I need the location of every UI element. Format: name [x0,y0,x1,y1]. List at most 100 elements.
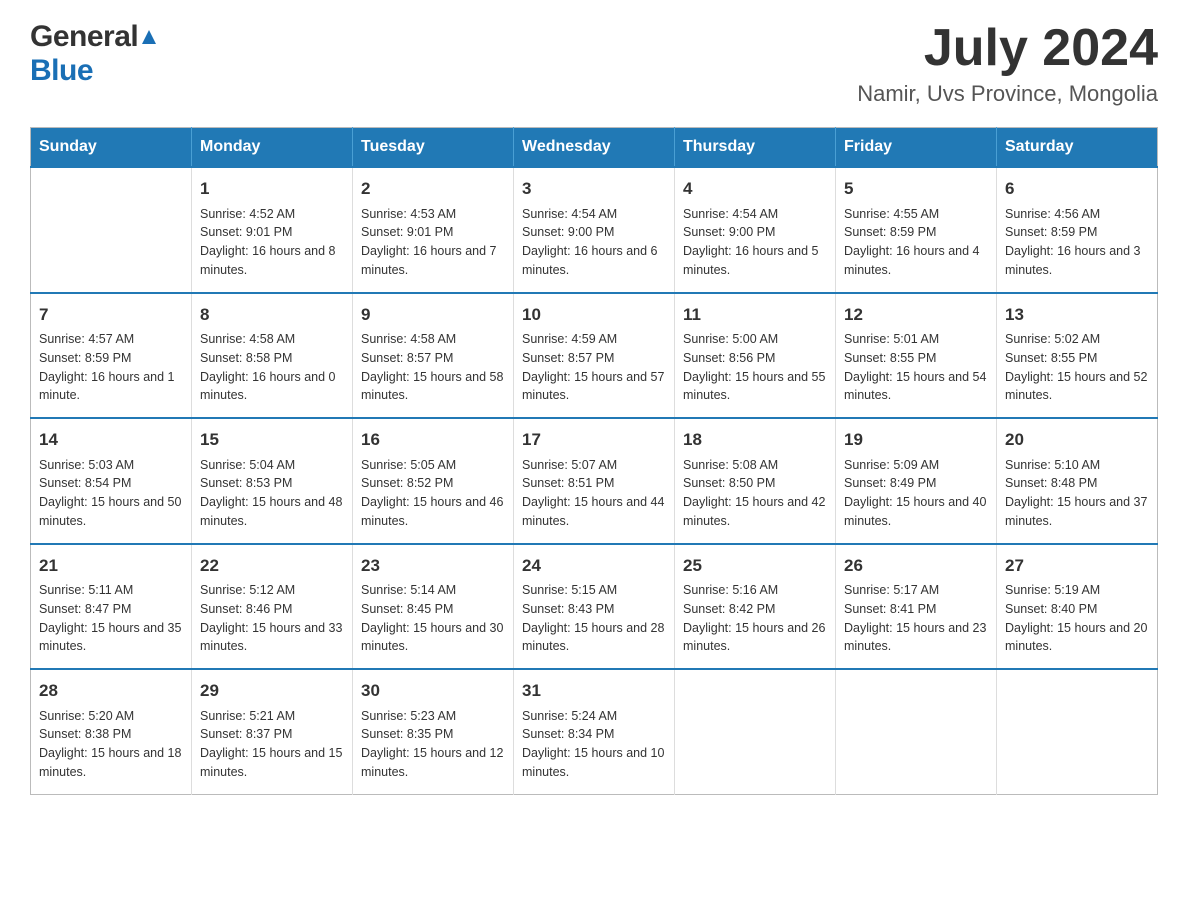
daylight-text: Daylight: 15 hours and 54 minutes. [844,368,988,406]
day-number: 25 [683,553,827,579]
sunset-text: Sunset: 8:55 PM [1005,349,1149,368]
daylight-text: Daylight: 16 hours and 0 minutes. [200,368,344,406]
logo-triangle-icon [140,28,158,51]
calendar-cell: 18Sunrise: 5:08 AMSunset: 8:50 PMDayligh… [675,418,836,544]
sunset-text: Sunset: 8:55 PM [844,349,988,368]
sunrise-text: Sunrise: 4:55 AM [844,205,988,224]
calendar-cell [997,669,1158,794]
calendar-cell: 1Sunrise: 4:52 AMSunset: 9:01 PMDaylight… [192,167,353,293]
day-number: 21 [39,553,183,579]
calendar-cell: 29Sunrise: 5:21 AMSunset: 8:37 PMDayligh… [192,669,353,794]
day-number: 19 [844,427,988,453]
calendar-cell: 5Sunrise: 4:55 AMSunset: 8:59 PMDaylight… [836,167,997,293]
daylight-text: Daylight: 15 hours and 57 minutes. [522,368,666,406]
calendar-cell: 27Sunrise: 5:19 AMSunset: 8:40 PMDayligh… [997,544,1158,670]
sunrise-text: Sunrise: 4:54 AM [683,205,827,224]
day-number: 18 [683,427,827,453]
calendar-week-row: 28Sunrise: 5:20 AMSunset: 8:38 PMDayligh… [31,669,1158,794]
sunset-text: Sunset: 8:59 PM [1005,223,1149,242]
day-number: 11 [683,302,827,328]
calendar-cell: 24Sunrise: 5:15 AMSunset: 8:43 PMDayligh… [514,544,675,670]
sunset-text: Sunset: 8:56 PM [683,349,827,368]
page-header: General Blue July 2024 Namir, Uvs Provin… [30,20,1158,107]
day-number: 17 [522,427,666,453]
day-number: 26 [844,553,988,579]
sunrise-text: Sunrise: 4:53 AM [361,205,505,224]
sunrise-text: Sunrise: 4:58 AM [361,330,505,349]
calendar-table: SundayMondayTuesdayWednesdayThursdayFrid… [30,127,1158,795]
weekday-header-monday: Monday [192,128,353,168]
day-number: 29 [200,678,344,704]
calendar-cell: 30Sunrise: 5:23 AMSunset: 8:35 PMDayligh… [353,669,514,794]
calendar-header-row: SundayMondayTuesdayWednesdayThursdayFrid… [31,128,1158,168]
day-number: 13 [1005,302,1149,328]
location: Namir, Uvs Province, Mongolia [857,81,1158,107]
daylight-text: Daylight: 15 hours and 30 minutes. [361,619,505,657]
daylight-text: Daylight: 15 hours and 18 minutes. [39,744,183,782]
sunset-text: Sunset: 8:40 PM [1005,600,1149,619]
daylight-text: Daylight: 15 hours and 52 minutes. [1005,368,1149,406]
sunset-text: Sunset: 8:35 PM [361,725,505,744]
day-number: 6 [1005,176,1149,202]
daylight-text: Daylight: 15 hours and 37 minutes. [1005,493,1149,531]
day-number: 1 [200,176,344,202]
sunset-text: Sunset: 8:53 PM [200,474,344,493]
day-number: 23 [361,553,505,579]
daylight-text: Daylight: 15 hours and 50 minutes. [39,493,183,531]
daylight-text: Daylight: 16 hours and 1 minute. [39,368,183,406]
daylight-text: Daylight: 15 hours and 58 minutes. [361,368,505,406]
weekday-header-wednesday: Wednesday [514,128,675,168]
daylight-text: Daylight: 16 hours and 7 minutes. [361,242,505,280]
daylight-text: Daylight: 15 hours and 40 minutes. [844,493,988,531]
logo-general-text: General [30,20,138,54]
sunrise-text: Sunrise: 5:17 AM [844,581,988,600]
sunrise-text: Sunrise: 5:15 AM [522,581,666,600]
sunset-text: Sunset: 8:38 PM [39,725,183,744]
sunrise-text: Sunrise: 4:54 AM [522,205,666,224]
sunrise-text: Sunrise: 5:05 AM [361,456,505,475]
calendar-cell: 16Sunrise: 5:05 AMSunset: 8:52 PMDayligh… [353,418,514,544]
sunrise-text: Sunrise: 4:52 AM [200,205,344,224]
daylight-text: Daylight: 16 hours and 6 minutes. [522,242,666,280]
sunset-text: Sunset: 8:37 PM [200,725,344,744]
sunset-text: Sunset: 8:48 PM [1005,474,1149,493]
calendar-cell: 13Sunrise: 5:02 AMSunset: 8:55 PMDayligh… [997,293,1158,419]
calendar-cell: 10Sunrise: 4:59 AMSunset: 8:57 PMDayligh… [514,293,675,419]
calendar-cell: 20Sunrise: 5:10 AMSunset: 8:48 PMDayligh… [997,418,1158,544]
sunset-text: Sunset: 8:47 PM [39,600,183,619]
daylight-text: Daylight: 15 hours and 26 minutes. [683,619,827,657]
day-number: 31 [522,678,666,704]
calendar-cell: 31Sunrise: 5:24 AMSunset: 8:34 PMDayligh… [514,669,675,794]
weekday-header-saturday: Saturday [997,128,1158,168]
calendar-cell: 2Sunrise: 4:53 AMSunset: 9:01 PMDaylight… [353,167,514,293]
sunrise-text: Sunrise: 5:04 AM [200,456,344,475]
calendar-cell: 19Sunrise: 5:09 AMSunset: 8:49 PMDayligh… [836,418,997,544]
sunset-text: Sunset: 9:01 PM [361,223,505,242]
daylight-text: Daylight: 15 hours and 35 minutes. [39,619,183,657]
sunrise-text: Sunrise: 5:19 AM [1005,581,1149,600]
calendar-cell: 12Sunrise: 5:01 AMSunset: 8:55 PMDayligh… [836,293,997,419]
sunset-text: Sunset: 8:54 PM [39,474,183,493]
day-number: 14 [39,427,183,453]
calendar-cell [675,669,836,794]
day-number: 10 [522,302,666,328]
sunset-text: Sunset: 8:52 PM [361,474,505,493]
daylight-text: Daylight: 15 hours and 48 minutes. [200,493,344,531]
calendar-cell: 17Sunrise: 5:07 AMSunset: 8:51 PMDayligh… [514,418,675,544]
weekday-header-sunday: Sunday [31,128,192,168]
day-number: 3 [522,176,666,202]
day-number: 8 [200,302,344,328]
sunrise-text: Sunrise: 5:11 AM [39,581,183,600]
sunset-text: Sunset: 8:50 PM [683,474,827,493]
title-block: July 2024 Namir, Uvs Province, Mongolia [857,20,1158,107]
day-number: 24 [522,553,666,579]
sunrise-text: Sunrise: 5:08 AM [683,456,827,475]
sunrise-text: Sunrise: 4:56 AM [1005,205,1149,224]
sunset-text: Sunset: 8:58 PM [200,349,344,368]
sunrise-text: Sunrise: 5:10 AM [1005,456,1149,475]
daylight-text: Daylight: 15 hours and 46 minutes. [361,493,505,531]
day-number: 15 [200,427,344,453]
calendar-cell: 6Sunrise: 4:56 AMSunset: 8:59 PMDaylight… [997,167,1158,293]
calendar-cell: 9Sunrise: 4:58 AMSunset: 8:57 PMDaylight… [353,293,514,419]
sunrise-text: Sunrise: 5:12 AM [200,581,344,600]
